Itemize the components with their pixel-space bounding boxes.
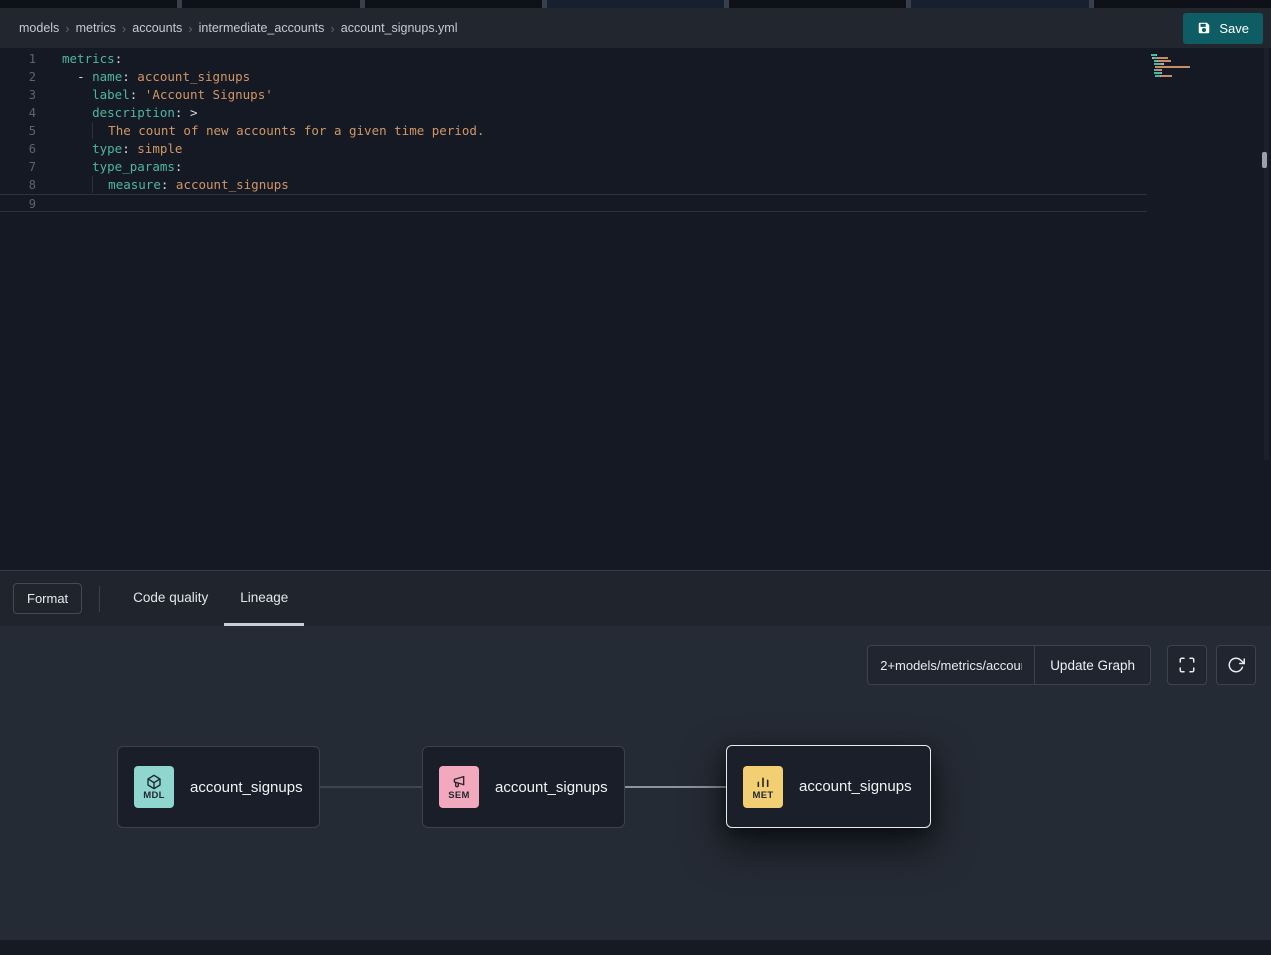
divider [99, 586, 100, 612]
code-line[interactable]: 7 type_params: [0, 158, 1147, 176]
node-type-badge: SEM [439, 766, 479, 808]
fullscreen-button[interactable] [1167, 645, 1207, 685]
line-number: 2 [0, 68, 36, 86]
save-button[interactable]: Save [1183, 13, 1263, 44]
lineage-node-label: account_signups [495, 779, 608, 796]
bottom-panel: Format Code quality Lineage Update Graph [0, 570, 1271, 954]
lineage-controls: Update Graph [867, 645, 1256, 685]
breadcrumb-chevron-icon: › [122, 21, 126, 36]
line-number: 3 [0, 86, 36, 104]
minimap[interactable] [1151, 54, 1213, 81]
megaphone-icon [451, 773, 467, 790]
lineage-node-label: account_signups [799, 778, 912, 795]
refresh-icon [1227, 656, 1245, 674]
line-number: 9 [0, 195, 36, 213]
editor-tab[interactable] [365, 0, 547, 8]
fullscreen-icon [1178, 656, 1196, 674]
editor-scrollbar-thumb[interactable] [1262, 152, 1267, 168]
code-editor[interactable]: 1metrics:2 - name: account_signups3 labe… [0, 48, 1271, 570]
tab-lineage[interactable]: Lineage [224, 571, 304, 626]
breadcrumb-chevron-icon: › [188, 21, 192, 36]
update-graph-button[interactable]: Update Graph [1034, 646, 1150, 684]
lineage-edge-highlighted [624, 786, 728, 788]
lineage-canvas: Update Graph MDL account_signups SEM accoun… [0, 626, 1271, 940]
line-number: 6 [0, 140, 36, 158]
code-line[interactable]: 6 type: simple [0, 140, 1147, 158]
breadcrumb-item[interactable]: accounts [132, 21, 182, 35]
lineage-node-label: account_signups [190, 779, 303, 796]
breadcrumb-chevron-icon: › [330, 21, 334, 36]
window-tab-strip [0, 0, 1271, 8]
breadcrumb-bar: models › metrics › accounts › intermediate_acc… [0, 8, 1271, 48]
format-button[interactable]: Format [13, 583, 82, 614]
editor-tab[interactable] [1094, 0, 1271, 8]
app-window: models › metrics › accounts › intermediate_acc… [0, 0, 1271, 954]
editor-tab[interactable] [0, 0, 182, 8]
breadcrumb-item[interactable]: models [19, 21, 59, 35]
line-number: 5 [0, 122, 36, 140]
line-number: 7 [0, 158, 36, 176]
line-number: 4 [0, 104, 36, 122]
tab-code-quality[interactable]: Code quality [117, 571, 224, 626]
save-button-label: Save [1219, 21, 1249, 36]
lineage-filter-group: Update Graph [867, 645, 1151, 685]
node-type-badge: MDL [134, 766, 174, 808]
status-strip [0, 940, 1271, 955]
breadcrumb-item[interactable]: intermediate_accounts [199, 21, 325, 35]
editor-tab[interactable] [729, 0, 911, 8]
code-line[interactable]: 1metrics: [0, 50, 1147, 68]
editor-scrollbar[interactable] [1264, 48, 1269, 460]
cube-icon [146, 773, 162, 790]
lineage-edge [320, 786, 423, 788]
code-line[interactable]: 3 label: 'Account Signups' [0, 86, 1147, 104]
lineage-node[interactable]: MET account_signups [726, 745, 931, 828]
save-icon [1197, 21, 1211, 35]
breadcrumb-item[interactable]: account_signups.yml [341, 21, 458, 35]
line-number: 8 [0, 176, 36, 194]
code-line[interactable]: 2 - name: account_signups [0, 68, 1147, 86]
code-line[interactable]: 5 The count of new accounts for a given … [0, 122, 1147, 140]
code-line[interactable]: 9 [0, 194, 1147, 212]
breadcrumb-item[interactable]: metrics [76, 21, 116, 35]
breadcrumb: models › metrics › accounts › intermediate_acc… [16, 21, 461, 36]
line-number: 1 [0, 50, 36, 68]
editor-tab[interactable] [182, 0, 364, 8]
breadcrumb-chevron-icon: › [65, 21, 69, 36]
node-type-label: MET [753, 790, 774, 801]
code-line[interactable]: 4 description: > [0, 104, 1147, 122]
code-line[interactable]: 8 measure: account_signups [0, 176, 1147, 194]
editor-tab[interactable] [911, 0, 1093, 8]
node-type-label: SEM [448, 790, 470, 801]
refresh-button[interactable] [1216, 645, 1256, 685]
node-type-label: MDL [143, 790, 164, 801]
panel-tabs-row: Format Code quality Lineage [0, 571, 1271, 626]
lineage-node[interactable]: SEM account_signups [422, 746, 625, 828]
lineage-node[interactable]: MDL account_signups [117, 746, 320, 828]
lineage-filter-input[interactable] [868, 646, 1034, 684]
node-type-badge: MET [743, 766, 783, 808]
code-lines: 1metrics:2 - name: account_signups3 labe… [0, 50, 1271, 212]
bar-chart-icon [755, 773, 771, 790]
editor-tab[interactable] [547, 0, 729, 8]
